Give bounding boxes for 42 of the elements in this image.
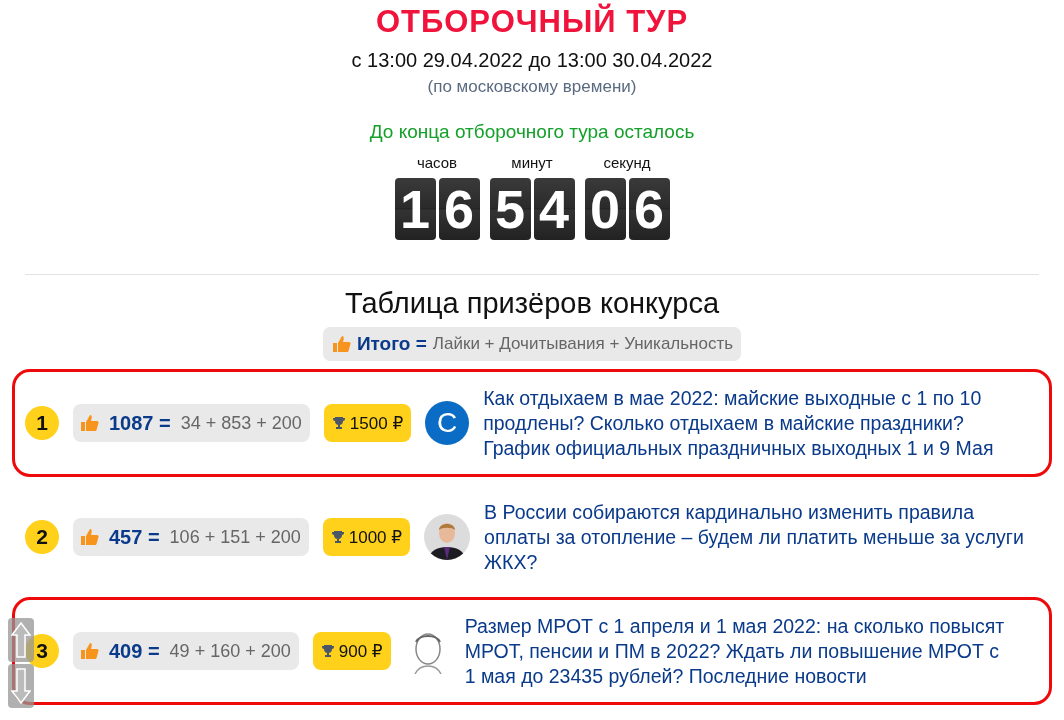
down-arrow-icon [11,668,31,704]
rank-badge: 2 [25,520,59,554]
up-arrow-icon [11,622,31,658]
total-score: 1087 = [109,411,171,435]
article-link[interactable]: Как отдыхаем в мае 2022: майские выходные с 1 по 10 продлены? Сколько отдыхаем в майские праздники? График официальных праздничных выходных 1 и 9 Мая [483,385,1029,461]
flip-digit: 5 [489,178,531,240]
flip-digit: 0 [584,178,626,240]
flip-digit: 1 [394,178,436,240]
rank-badge: 1 [25,406,59,440]
thumbs-up-icon [79,642,99,660]
countdown-caption: До конца отборочного тура осталось [369,120,695,144]
date-range: с 13:00 29.04.2022 до 13:00 30.04.2022 [351,48,713,72]
article-link[interactable]: Размер МРОТ с 1 апреля и 1 мая 2022: на сколько повысят МРОТ, пенсии и ПМ в 2022? Ждать ли повышение МРОТ с 1 мая до 23435 рублей? Последние новости [464,613,1010,689]
score-breakdown: 106 + 151 + 200 [169,526,301,548]
trophy-icon [331,416,346,430]
unit-label: часов [416,154,458,172]
prize-amount: 900 ₽ [338,640,383,662]
prize-amount: 1500 ₽ [349,412,404,434]
thumbs-up-icon [79,528,99,546]
page-title: ОТБОРОЧНЫЙ ТУР [375,4,689,40]
prize-amount: 1000 ₽ [348,526,403,548]
section-heading: Таблица призёров конкурса [344,286,719,321]
scroll-up-button[interactable] [8,618,34,662]
unit-label: секунд [603,154,651,172]
flip-digit: 6 [438,178,480,240]
timezone-note: (по московскому времени) [427,76,637,98]
formula-parts: Лайки + Дочитывания + Уникальность [432,334,734,354]
thumbs-up-icon [79,414,99,432]
flip-digit: 4 [533,178,575,240]
avatar: С [425,401,470,445]
total-label: Итого = [356,333,427,355]
total-score: 457 = [109,525,160,549]
thumbs-up-icon [330,335,351,353]
unit-label: минут [511,154,553,172]
trophy-icon [320,644,335,658]
flip-digit: 6 [628,178,670,240]
scroll-down-button[interactable] [8,664,34,708]
trophy-icon [330,530,345,544]
total-score: 409 = [109,639,160,663]
score-breakdown: 49 + 160 + 200 [169,640,291,662]
article-link[interactable]: В России собираются кардинально изменить правила оплаты за отопление – будем ли платить меньше за услуги ЖКХ? [484,499,1030,575]
score-breakdown: 34 + 853 + 200 [180,412,302,434]
